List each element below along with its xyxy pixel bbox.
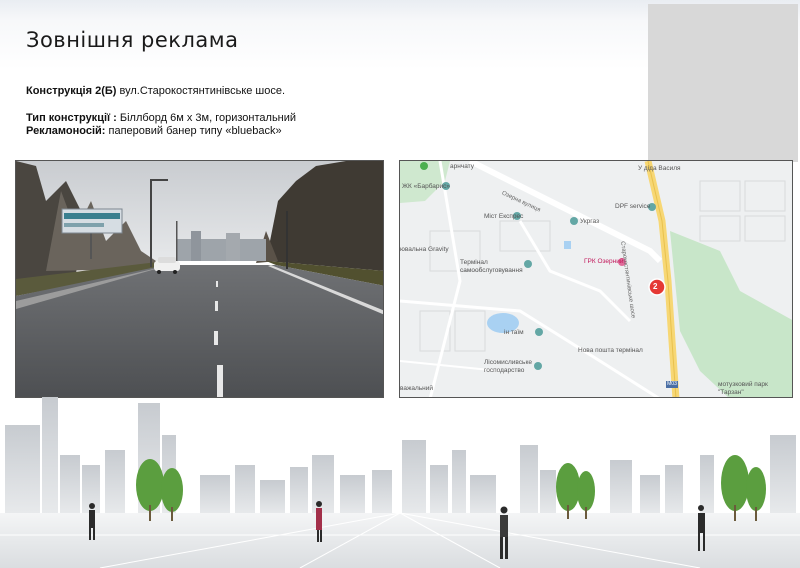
street-photo-image [16, 161, 383, 397]
carrier-row: Рекламоносій: паперовий банер типу «blue… [26, 125, 296, 138]
map-label-in-taim: ін таїм [504, 329, 524, 336]
map-graphic [400, 161, 792, 397]
map-label-gravity: ювальна Gravity [400, 246, 449, 253]
map-label-grk: ГРК Озерний [584, 258, 624, 265]
street-photo [15, 160, 384, 398]
location-map: ЖК «Барбарис» арнчату Озерна вулиця Міст… [399, 160, 793, 398]
construction-info: Конструкція 2(Б) вул.Старокостянтинівськ… [26, 85, 296, 138]
map-label-ukrgaz: Укргаз [580, 218, 600, 225]
type-label: Тип конструкції : [26, 112, 117, 124]
map-label-u-dida: У діда Василя [638, 165, 681, 172]
carrier-label: Рекламоносій: [26, 125, 106, 137]
map-label-zarnytsia: арнчату [450, 163, 474, 170]
map-label-lisomysl: Лісомисливське господарство [484, 359, 532, 374]
decorative-skyline [0, 395, 800, 568]
image-placeholder [648, 4, 798, 162]
map-road-number: М03 [667, 381, 677, 387]
map-marker-number: 2 [653, 282, 658, 291]
type-row: Тип конструкції : Біллборд 6м х 3м, гори… [26, 112, 296, 125]
map-label-vazhalnyi: важальний [400, 385, 433, 392]
map-label-terminal: Термінал самообслуговування [460, 259, 523, 274]
page-title: Зовнішня реклама [26, 28, 239, 52]
construction-row: Конструкція 2(Б) вул.Старокостянтинівськ… [26, 85, 296, 98]
map-label-barbaris: ЖК «Барбарис» [402, 183, 451, 190]
map-label-misto-ekspres: Міст Експрес [484, 213, 524, 220]
construction-address: вул.Старокостянтинівське шосе. [116, 85, 286, 97]
construction-label: Конструкція 2(Б) [26, 85, 117, 97]
map-label-dpf: DPF service [615, 203, 651, 210]
carrier-value: паперовий банер типу «blueback» [105, 125, 282, 137]
map-label-nova-poshta: Нова пошта термінал [578, 347, 643, 354]
type-value: Біллборд 6м х 3м, горизонтальний [116, 112, 297, 124]
